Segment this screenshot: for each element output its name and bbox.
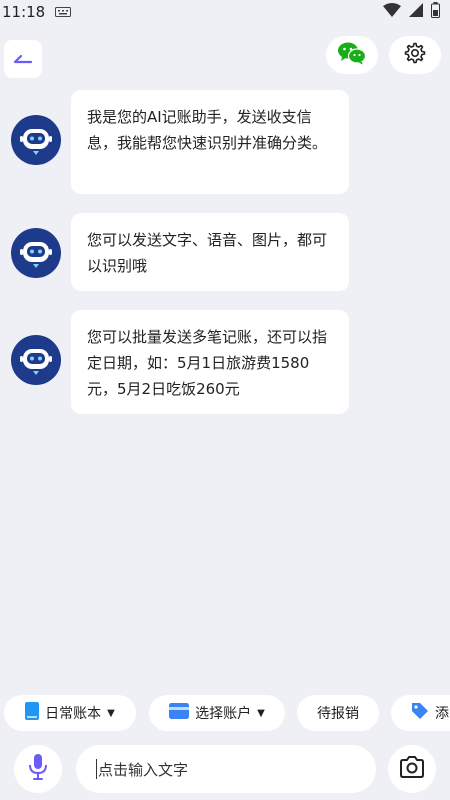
add-tag-label: 添 <box>435 706 449 722</box>
status-time: 11:18 <box>2 3 46 21</box>
message-bubble: 您可以批量发送多笔记账，还可以指定日期，如：5月1日旅游费1580元，5月2日吃… <box>71 310 349 414</box>
add-tag-button[interactable]: 添 <box>391 695 450 731</box>
status-bar: 11:18 <box>0 0 450 24</box>
robot-avatar-icon <box>11 115 61 165</box>
back-button[interactable] <box>4 40 42 78</box>
message-bubble: 您可以发送文字、语音、图片，都可以识别哦 <box>71 213 349 291</box>
caret-down-icon: ▼ <box>257 707 265 719</box>
camera-icon <box>399 756 425 782</box>
account-label: 选择账户 <box>195 706 252 722</box>
battery-icon <box>431 2 440 22</box>
ledger-label: 日常账本 <box>45 706 102 722</box>
robot-avatar-icon <box>11 228 61 278</box>
message-bubble: 我是您的AI记账助手，发送收支信息，我能帮您快速识别并准确分类。 <box>71 90 349 194</box>
wifi-icon <box>383 3 401 21</box>
robot-avatar-icon <box>11 335 61 385</box>
back-arrow-icon <box>12 50 34 69</box>
pending-reimbursement-label: 待报销 <box>317 706 359 722</box>
voice-input-button[interactable] <box>14 745 62 793</box>
settings-button[interactable] <box>389 36 441 74</box>
wechat-button[interactable] <box>326 36 378 74</box>
text-input[interactable]: 点击输入文字 <box>76 745 376 793</box>
signal-icon <box>409 3 423 21</box>
microphone-icon <box>28 754 48 784</box>
account-selector[interactable]: 选择账户 ▼ <box>149 695 285 731</box>
input-placeholder: 点击输入文字 <box>98 760 189 779</box>
gear-icon <box>403 41 427 69</box>
quick-options-bar: 日常账本 ▼ 选择账户 ▼ 待报销 添 <box>0 695 450 731</box>
input-bar: 点击输入文字 <box>0 745 450 793</box>
card-icon <box>169 703 190 723</box>
book-icon <box>25 702 40 724</box>
pending-reimbursement-button[interactable]: 待报销 <box>297 695 379 731</box>
camera-button[interactable] <box>388 745 436 793</box>
text-cursor <box>96 759 97 779</box>
keyboard-icon <box>55 3 72 21</box>
tag-icon <box>411 702 429 724</box>
caret-down-icon: ▼ <box>107 707 115 719</box>
top-bar <box>0 36 450 78</box>
wechat-icon <box>337 41 367 69</box>
ledger-selector[interactable]: 日常账本 ▼ <box>4 695 136 731</box>
